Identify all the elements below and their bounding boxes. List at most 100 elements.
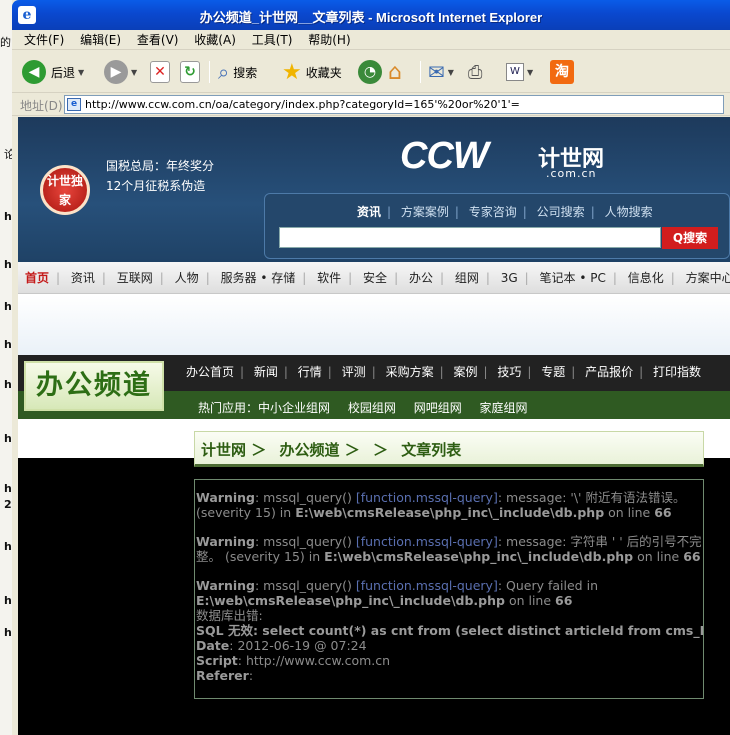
breadcrumb-site[interactable]: 计世网 ＞ [201, 441, 266, 459]
date-line: Date: 2012-06-19 @ 07:24 [195, 638, 703, 653]
nav-3g[interactable]: 3G [494, 262, 525, 293]
function-doc-link[interactable]: [function.mssql-query] [356, 578, 498, 593]
menu-help[interactable]: 帮助(H) [308, 30, 350, 50]
error-line: E:\web\cmsRelease\php_inc\_include\db.ph… [195, 593, 703, 608]
search-tab-experts[interactable]: 专家咨询 [469, 205, 517, 219]
bg-label: h [4, 258, 12, 271]
hot-app-link[interactable]: 家庭组网 [480, 401, 528, 415]
nav-people[interactable]: 人物 [168, 262, 206, 293]
menu-file[interactable]: 文件(F) [24, 30, 64, 50]
referer-line: Referer: [195, 668, 703, 683]
breadcrumb-channel[interactable]: 办公频道 ＞ [279, 441, 359, 459]
function-doc-link[interactable]: [function.mssql-query] [356, 534, 498, 549]
hot-app-link[interactable]: 网吧组网 [414, 401, 462, 415]
channel-nav-item[interactable]: 评测 [336, 365, 372, 379]
logo-text: CCW [400, 135, 489, 177]
search-tab-news[interactable]: 资讯 [357, 205, 381, 219]
nav-internet[interactable]: 互联网 [110, 262, 160, 293]
script-label: Script [196, 653, 238, 668]
error-text: on line [633, 549, 684, 564]
hot-app-link[interactable]: 校园组网 [348, 401, 396, 415]
stop-button[interactable]: ✕ [150, 59, 170, 85]
mail-icon: ✉ [428, 60, 445, 84]
menu-tools[interactable]: 工具(T) [252, 30, 293, 50]
menu-edit[interactable]: 编辑(E) [80, 30, 121, 50]
seal-text: 计世独家 [46, 174, 83, 207]
db-error-line: 数据库出错: [196, 608, 263, 623]
address-input[interactable]: http://www.ccw.com.cn/oa/category/index.… [64, 95, 724, 114]
nav-news[interactable]: 资讯 [64, 262, 102, 293]
logo-domain: .com.cn [546, 167, 597, 180]
search-button[interactable]: ⌕ 搜索 [218, 59, 257, 85]
file-path: E:\web\cmsRelease\php_inc\_include\db.ph… [324, 549, 634, 564]
error-text: : mssql_query() [254, 578, 356, 593]
main-nav: 首页 | 资讯 | 互联网 | 人物 | 服务器 • 存储 | 软件 | 安全 | 办公 | 组… [18, 262, 730, 294]
nav-office[interactable]: 办公 [402, 262, 440, 293]
nav-networking[interactable]: 组网 [448, 262, 486, 293]
function-doc-link[interactable]: [function.mssql-query] [356, 490, 498, 505]
print-button[interactable]: ⎙ [468, 59, 482, 85]
taobao-button[interactable]: 淘 [550, 59, 574, 85]
error-line: 整。 (severity 15) in E:\web\cmsRelease\ph… [195, 549, 703, 564]
toolbar-divider [420, 61, 421, 83]
referer-text: : [248, 668, 254, 683]
search-tab-people[interactable]: 人物搜索 [605, 205, 653, 219]
site-search-button[interactable]: Q搜索 [662, 227, 718, 249]
toolbar-divider [209, 61, 210, 83]
channel-nav-item[interactable]: 行情 [292, 365, 328, 379]
sql-label: SQL 无效: [196, 623, 258, 638]
script-line: Script: http://www.ccw.com.cn [195, 653, 703, 668]
ccw-logo[interactable]: CCW 计世网 .com.cn [400, 135, 604, 180]
nav-software[interactable]: 软件 [310, 262, 348, 293]
history-button[interactable]: ◔ [358, 59, 382, 85]
channel-logo[interactable]: 办公频道 [24, 361, 164, 411]
nav-security[interactable]: 安全 [356, 262, 394, 293]
line-number: 66 [654, 505, 672, 520]
favorites-button[interactable]: ★ 收藏夹 [282, 59, 342, 85]
mail-button[interactable]: ✉ ▼ [428, 59, 454, 85]
nav-solutions[interactable]: 方案中心 [679, 262, 730, 293]
bg-label: h [4, 626, 12, 639]
home-button[interactable]: ⌂ [388, 59, 402, 85]
channel-nav-item[interactable]: 产品报价 [579, 365, 639, 379]
edit-button[interactable]: W ▼ [506, 59, 533, 85]
promo-link[interactable]: 12个月征税系伪造 [106, 177, 205, 194]
search-tab-cases[interactable]: 方案案例 [401, 205, 449, 219]
exclusive-seal-icon: 计世独家 [40, 165, 90, 215]
channel-nav-item[interactable]: 新闻 [248, 365, 284, 379]
nav-informatization[interactable]: 信息化 [621, 262, 671, 293]
hot-app-link[interactable]: 中小企业组网 [258, 401, 330, 415]
home-icon: ⌂ [388, 59, 402, 85]
printer-icon: ⎙ [468, 61, 483, 83]
error-text: : Query failed in [497, 578, 598, 593]
hot-apps-label: 热门应用： [198, 401, 259, 415]
menu-view[interactable]: 查看(V) [137, 30, 179, 50]
channel-nav-item[interactable]: 采购方案 [380, 365, 440, 379]
nav-notebook-pc[interactable]: 笔记本 • PC [533, 262, 613, 293]
bg-label: 2 [4, 498, 12, 511]
screen: 的 论 h h h h h h h 2 h h h e 办公频道_计世网__文章… [0, 0, 730, 735]
history-icon: ◔ [358, 60, 382, 84]
site-search-input[interactable] [279, 227, 661, 248]
back-button[interactable]: ◀ 后退 ▼ [22, 59, 84, 85]
web-page: 计世独家 国税总局：年终奖分 12个月征税系伪造 CCW 计世网 .com.cn… [18, 117, 730, 735]
menu-favorites[interactable]: 收藏(A) [194, 30, 236, 50]
nav-server-storage[interactable]: 服务器 • 存储 [214, 262, 303, 293]
site-banner: 计世独家 国税总局：年终奖分 12个月征税系伪造 CCW 计世网 .com.cn… [18, 117, 730, 262]
nav-home[interactable]: 首页 [18, 262, 56, 293]
channel-nav-item[interactable]: 技巧 [491, 365, 527, 379]
search-tab-companies[interactable]: 公司搜索 [537, 205, 585, 219]
channel-nav-item[interactable]: 办公首页 [180, 365, 240, 379]
promo-link[interactable]: 国税总局：年终奖分 [106, 157, 214, 174]
channel-nav-item[interactable]: 打印指数 [647, 365, 707, 379]
forward-button[interactable]: ▶ ▼ [104, 59, 137, 85]
bg-label: h [4, 378, 12, 391]
bg-label: h [4, 338, 12, 351]
channel-nav-item[interactable]: 案例 [447, 365, 483, 379]
channel-nav-item[interactable]: 专题 [535, 365, 571, 379]
refresh-button[interactable]: ↻ [180, 59, 200, 85]
bg-label: h [4, 432, 12, 445]
title-bar[interactable]: e 办公频道_计世网__文章列表 - Microsoft Internet Ex… [12, 0, 730, 30]
error-text: on line [504, 593, 556, 608]
error-panel: Warning: mssql_query() [function.mssql-q… [194, 479, 704, 699]
